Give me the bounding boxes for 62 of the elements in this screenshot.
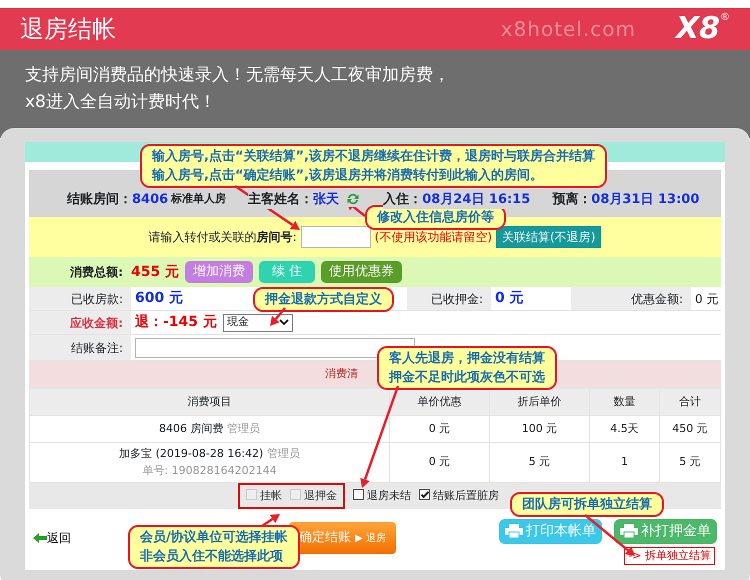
- checkbox-option[interactable]: 结账后置脏房: [419, 488, 499, 504]
- checkbox-option[interactable]: 退房未结: [353, 488, 411, 504]
- print-button[interactable]: 补打押金单: [614, 518, 717, 544]
- callout-note: 会员/协议单位可选择挂帐 非会员入住不能选择此项: [128, 525, 300, 569]
- table-cell: 5 元: [679, 455, 701, 468]
- column-header: 折后单价: [490, 388, 590, 416]
- table-cell: 4.5天: [610, 422, 639, 435]
- column-header: 合计: [660, 388, 720, 416]
- site-address: x8hotel.com: [500, 16, 636, 43]
- link-checkout-button[interactable]: 关联结算(不退房): [496, 226, 602, 248]
- pointer-arrow: [261, 514, 280, 528]
- split-bill-link[interactable]: -> 拆单独立结算: [624, 546, 715, 565]
- printer-icon: [505, 524, 523, 538]
- caret-icon: [278, 319, 289, 326]
- room-number-field[interactable]: [300, 226, 371, 248]
- intro-text: 支持房间消费品的快速录入！无需每天人工夜审加房费，: [25, 64, 451, 87]
- operator-name: 管理员: [227, 422, 260, 435]
- intro-text: x8进入全自动计费时代！: [25, 91, 217, 114]
- action-button[interactable]: 增加消费: [185, 261, 254, 283]
- pointer-arrow: [270, 307, 286, 326]
- action-button[interactable]: 使用优惠券: [321, 261, 402, 283]
- order-number: 单号: 190828164202144: [141, 462, 278, 478]
- field-label: 已收押金:: [430, 290, 483, 308]
- printer-icon: [620, 524, 638, 538]
- column-header: 单价优惠: [390, 388, 490, 416]
- table-cell: 0 元: [428, 455, 450, 468]
- list-title: 消费清: [325, 366, 358, 382]
- field-value: 600 元: [135, 289, 184, 308]
- callout-note: 输入房号,点击“关联结算”,该房不退房继续在住计费，退房时与联房合并结算 输入房号,点击“确定结账”,该房退房并将消费转付到此输入的房间。: [140, 144, 607, 188]
- item-name: 8406 房间费: [159, 422, 224, 435]
- info-label: 入住：: [383, 190, 422, 209]
- confirm-checkout-button[interactable]: 确定结账 ▶ 退房: [289, 522, 396, 554]
- logo: X8: [676, 14, 720, 44]
- due-amount: 退：-145 元: [135, 313, 217, 332]
- back-link[interactable]: 返回: [33, 529, 71, 547]
- operator-name: 管理员: [266, 447, 300, 460]
- table-cell: 100 元: [522, 422, 558, 435]
- registered-mark: ®: [720, 11, 730, 25]
- hint-text: (不使用该功能请留空): [374, 229, 492, 246]
- item-name: 加多宝 (2019-08-28 16:42): [119, 447, 264, 460]
- field-value: 0 元: [495, 289, 524, 308]
- payment-select[interactable]: 現金: [222, 314, 293, 332]
- table-cell: 0 元: [428, 422, 450, 435]
- transfer-label: 请输入转付或关联的房间号:: [148, 229, 297, 246]
- table-cell: 1: [621, 455, 628, 468]
- total-label: 消费总额:: [69, 264, 124, 281]
- field-label: 优惠金额:: [630, 290, 683, 308]
- callout-note: 客人先退房，押金没有结算 押金不足时此项灰色不可选: [377, 346, 557, 390]
- total-amount: 455 元: [131, 262, 180, 282]
- column-header: 消费项目: [30, 388, 390, 416]
- back-arrow-icon: [33, 533, 47, 543]
- page-title: 退房结帐: [20, 14, 116, 45]
- table-cell: 5 元: [528, 455, 550, 468]
- callout-note: 押金退款方式自定义: [253, 287, 394, 312]
- info-value: 08月24日 16:15: [422, 190, 530, 209]
- field-label: 已收房款:: [70, 290, 123, 308]
- column-header: 数量: [590, 388, 660, 416]
- field-value: 0 元: [695, 290, 718, 308]
- due-label: 应收金额:: [29, 311, 131, 334]
- callout-note: 团队房可拆单独立结算: [510, 492, 664, 517]
- table-cell: 450 元: [672, 422, 708, 435]
- remark-label: 结账备注:: [29, 335, 131, 360]
